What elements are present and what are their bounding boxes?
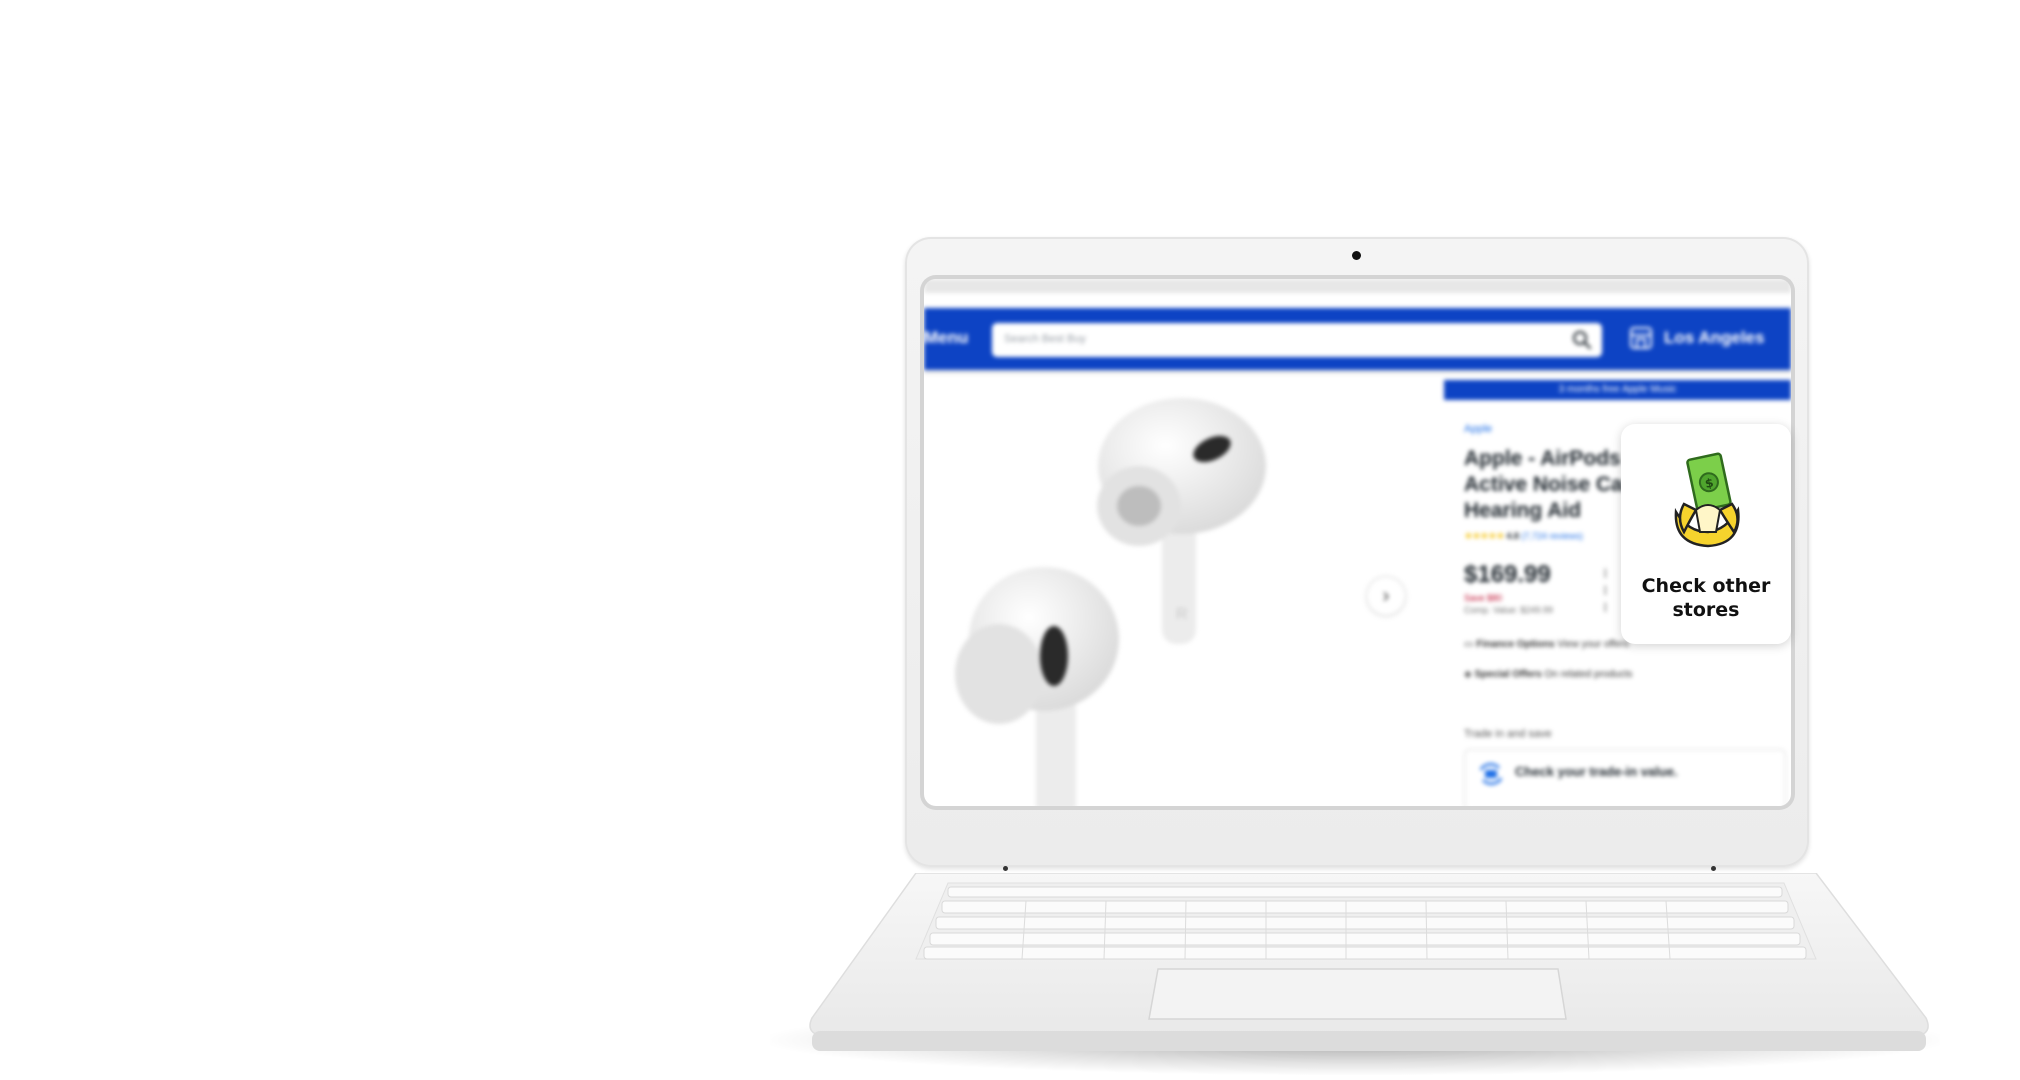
trade-in-link[interactable]: Check your trade-in value. xyxy=(1515,764,1678,779)
trade-in-heading: Trade in and save xyxy=(1464,728,1552,740)
product-rating[interactable]: ★★★★★ 4.8 (7,724 reviews) xyxy=(1464,531,1583,542)
finance-options-link[interactable]: View your offers xyxy=(1557,639,1628,650)
promo-banner[interactable]: 3 months free Apple Music xyxy=(1444,380,1791,400)
brand-link[interactable]: Apple xyxy=(1464,423,1492,435)
search-input[interactable]: Search Best Buy xyxy=(992,323,1602,357)
svg-text:R: R xyxy=(1176,606,1188,623)
gift-icon: ◈ xyxy=(1464,669,1472,680)
review-count[interactable]: (7,724 reviews) xyxy=(1521,531,1583,541)
search-placeholder: Search Best Buy xyxy=(1004,333,1086,345)
star-rating-icon: ★★★★★ xyxy=(1464,531,1505,542)
product-image: R xyxy=(955,398,1266,806)
hinge-dot-left xyxy=(1003,866,1008,871)
finance-options-label: Finance Options xyxy=(1476,639,1555,650)
laptop-base xyxy=(809,873,1929,1051)
finance-options[interactable]: ▭ Finance Options View your offers xyxy=(1464,639,1629,650)
hinge-dot-right xyxy=(1711,866,1716,871)
store-icon[interactable] xyxy=(1628,325,1654,351)
product-price: $169.99 xyxy=(1464,561,1551,588)
special-offers-label: Special Offers xyxy=(1474,669,1542,680)
check-other-stores-label[interactable]: Check other stores xyxy=(1629,574,1783,622)
carousel-next-button[interactable]: › xyxy=(1367,577,1405,615)
site-header: Menu Search Best Buy Los Angeles xyxy=(924,308,1791,370)
search-icon[interactable] xyxy=(1572,330,1592,350)
webcam xyxy=(1352,251,1361,260)
store-location[interactable]: Los Angeles xyxy=(1664,328,1764,348)
save-amount: Save $80 xyxy=(1464,593,1503,603)
price-side-text: | | | xyxy=(1604,568,1607,613)
browser-strip xyxy=(924,279,1791,293)
menu-button[interactable]: Menu xyxy=(924,328,968,348)
special-offers-link[interactable]: On related products xyxy=(1545,669,1633,680)
trade-in-card[interactable]: Check your trade-in value. xyxy=(1464,749,1786,806)
trade-in-icon xyxy=(1479,763,1503,785)
check-other-stores-popup[interactable]: $ Check other stores xyxy=(1621,424,1791,644)
card-icon: ▭ xyxy=(1464,639,1474,650)
rating-score: 4.8 xyxy=(1506,531,1519,541)
comp-value: Comp. Value: $249.99 xyxy=(1464,605,1553,615)
chevron-right-icon: › xyxy=(1382,584,1390,607)
header-divider xyxy=(924,370,1791,374)
banana-money-icon: $ xyxy=(1674,452,1740,548)
special-offers[interactable]: ◈ Special Offers On related products xyxy=(1464,669,1632,680)
